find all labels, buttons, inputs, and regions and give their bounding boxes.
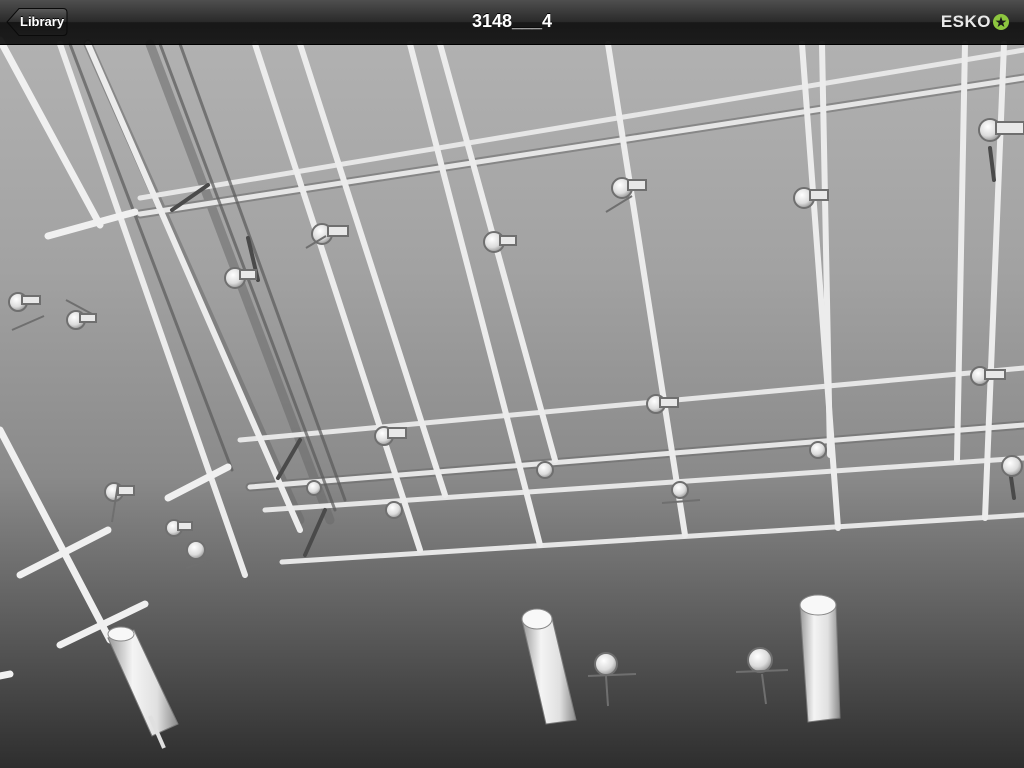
light-fixture (165, 519, 193, 537)
navigation-bar: Library 3148___4 ESKO (0, 0, 1024, 45)
library-back-label: Library (20, 14, 65, 29)
light-fixture (735, 647, 789, 705)
light-fixture (809, 441, 827, 459)
light-fixture (65, 299, 97, 330)
light-fixture (587, 652, 637, 707)
truss-structure (0, 36, 1024, 680)
brand-text: ESKO (940, 12, 991, 31)
esko-star-icon (993, 14, 1009, 30)
light-fixture (8, 292, 45, 331)
light-fixture (1001, 455, 1023, 477)
esko-logo: ESKO (941, 12, 1010, 32)
light-fixture (605, 177, 647, 213)
page-title: 3148___4 (471, 11, 553, 31)
light-fixture (374, 426, 407, 446)
light-fixture (483, 231, 517, 253)
light-fixture (536, 461, 554, 479)
library-back-button[interactable]: Library (6, 7, 68, 37)
column (107, 626, 179, 749)
light-fixture (306, 480, 322, 496)
column (521, 608, 577, 725)
support-columns (107, 594, 841, 749)
light-fixture (385, 501, 403, 519)
light-fixture (646, 394, 679, 414)
model-viewport[interactable] (0, 0, 1024, 768)
light-fixture (185, 540, 213, 569)
light-fixture (104, 482, 135, 523)
column (799, 594, 841, 723)
app-screen: Library 3148___4 ESKO (0, 0, 1024, 768)
